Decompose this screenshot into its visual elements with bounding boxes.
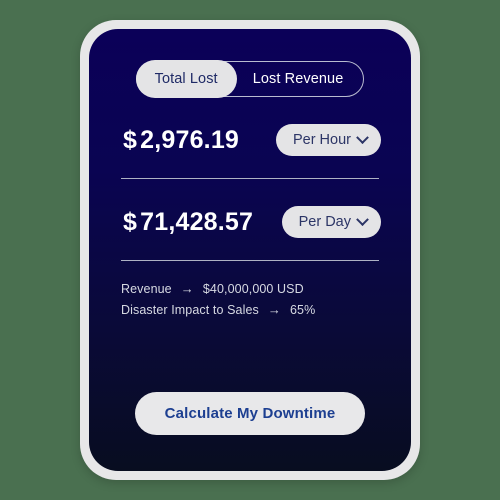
amount-value: 71,428.57 — [140, 207, 254, 236]
currency-symbol: $ — [123, 125, 138, 154]
period-dropdown-label: Per Hour — [292, 132, 351, 148]
period-dropdown-per-day[interactable]: Per Day — [281, 206, 381, 238]
amount-value: 2,976.19 — [140, 125, 240, 154]
divider-1 — [121, 178, 379, 179]
divider-2 — [121, 260, 379, 261]
value-row-per-day: $71,428.57 Per Day — [115, 206, 385, 238]
assumptions-list: Revenue → $40,000,000 USD Disaster Impac… — [115, 281, 385, 317]
card-frame: Total Lost Lost Revenue $2,976.19 Per Ho… — [80, 20, 420, 480]
calculate-my-downtime-button[interactable]: Calculate My Downtime — [134, 392, 366, 435]
arrow-right-icon: → — [267, 302, 281, 317]
amount-per-day: $71,428.57 — [123, 208, 253, 237]
amount-per-hour: $2,976.19 — [123, 126, 239, 155]
currency-symbol: $ — [123, 207, 138, 236]
arrow-right-icon: → — [180, 281, 194, 296]
toggle-option-lost-revenue[interactable]: Lost Revenue — [237, 61, 364, 97]
value-row-per-hour: $2,976.19 Per Hour — [115, 124, 385, 156]
metric-toggle[interactable]: Total Lost Lost Revenue — [135, 60, 365, 98]
chevron-down-icon — [356, 130, 369, 144]
period-dropdown-per-hour[interactable]: Per Hour — [275, 124, 381, 156]
detail-label: Disaster Impact to Sales — [121, 302, 259, 317]
cta-container: Calculate My Downtime — [115, 392, 385, 435]
detail-row-disaster-impact: Disaster Impact to Sales → 65% — [121, 302, 379, 317]
chevron-down-icon — [356, 212, 369, 226]
detail-label: Revenue — [121, 281, 172, 296]
detail-row-revenue: Revenue → $40,000,000 USD — [121, 281, 379, 296]
toggle-option-total-lost[interactable]: Total Lost — [135, 60, 237, 98]
detail-value: $40,000,000 USD — [202, 281, 304, 296]
period-dropdown-label: Per Day — [298, 214, 351, 230]
detail-value: 65% — [289, 302, 316, 317]
downtime-calculator-card: Total Lost Lost Revenue $2,976.19 Per Ho… — [89, 29, 411, 471]
